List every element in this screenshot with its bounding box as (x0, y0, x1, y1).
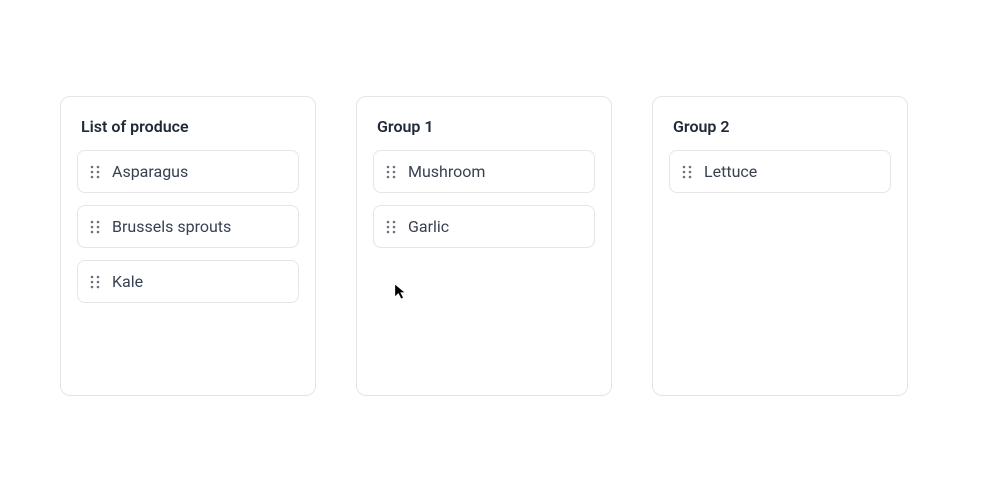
list-item[interactable]: Garlic (373, 205, 595, 248)
item-label: Mushroom (408, 162, 485, 181)
item-label: Garlic (408, 217, 449, 236)
list-item[interactable]: Kale (77, 260, 299, 303)
drag-handle-icon[interactable] (682, 164, 692, 180)
item-label: Asparagus (112, 162, 188, 181)
drag-handle-icon[interactable] (90, 219, 100, 235)
item-label: Kale (112, 272, 143, 291)
item-label: Brussels sprouts (112, 217, 231, 236)
column-title: Group 2 (673, 117, 891, 136)
item-list: Asparagus Brussels sprouts Kale (77, 150, 299, 303)
item-list: Lettuce (669, 150, 891, 193)
list-item[interactable]: Asparagus (77, 150, 299, 193)
drag-handle-icon[interactable] (90, 164, 100, 180)
column-title: Group 1 (377, 117, 595, 136)
item-list: Mushroom Garlic (373, 150, 595, 248)
drag-handle-icon[interactable] (90, 274, 100, 290)
drag-handle-icon[interactable] (386, 219, 396, 235)
column-group-2[interactable]: Group 2 Lettuce (652, 96, 908, 396)
columns-board: List of produce Asparagus Brussels sprou… (0, 0, 1000, 396)
drag-handle-icon[interactable] (386, 164, 396, 180)
list-item[interactable]: Brussels sprouts (77, 205, 299, 248)
column-list-of-produce[interactable]: List of produce Asparagus Brussels sprou… (60, 96, 316, 396)
list-item[interactable]: Mushroom (373, 150, 595, 193)
list-item[interactable]: Lettuce (669, 150, 891, 193)
column-title: List of produce (81, 117, 299, 136)
item-label: Lettuce (704, 162, 757, 181)
column-group-1[interactable]: Group 1 Mushroom Garlic (356, 96, 612, 396)
